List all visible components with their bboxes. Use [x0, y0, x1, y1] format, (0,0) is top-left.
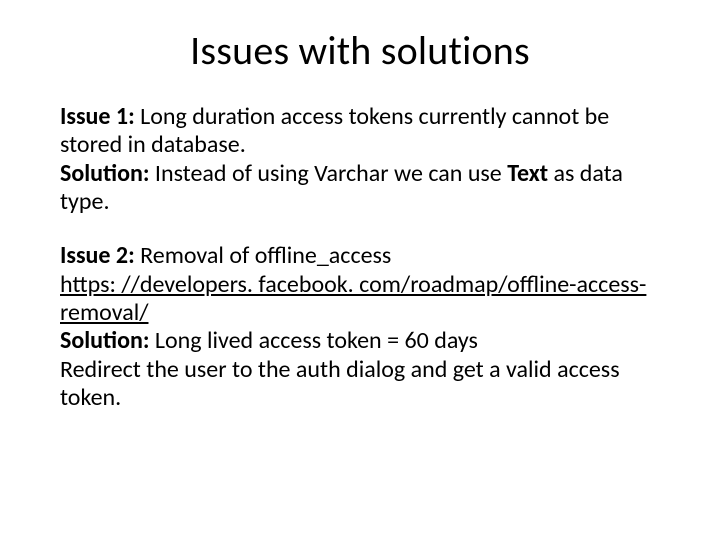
issue-2-solution-label: Solution: [60, 326, 149, 355]
slide-body: Issue 1: Long duration access tokens cur… [60, 103, 660, 412]
issue-1-solution-text-1: Instead of using Varchar we can use [149, 159, 507, 188]
issue-1-block: Issue 1: Long duration access tokens cur… [60, 103, 660, 216]
issue-2-label: Issue 2: [60, 241, 135, 270]
slide: Issues with solutions Issue 1: Long dura… [0, 0, 720, 540]
issue-2-solution-text: Long lived access token = 60 days [149, 326, 477, 355]
issue-2-block: Issue 2: Removal of offline_access https… [60, 242, 660, 412]
issue-1-text: Long duration access tokens currently ca… [60, 102, 609, 159]
issue-1-label: Issue 1: [60, 102, 135, 131]
issue-1-solution-label: Solution: [60, 159, 149, 188]
issue-1-solution-bold: Text [507, 159, 548, 188]
slide-title: Issues with solutions [60, 26, 660, 75]
issue-2-redirect-text: Redirect the user to the auth dialog and… [60, 355, 620, 412]
issue-2-text: Removal of offline_access [135, 241, 392, 270]
offline-access-link[interactable]: https: //developers. facebook. com/roadm… [60, 270, 646, 327]
